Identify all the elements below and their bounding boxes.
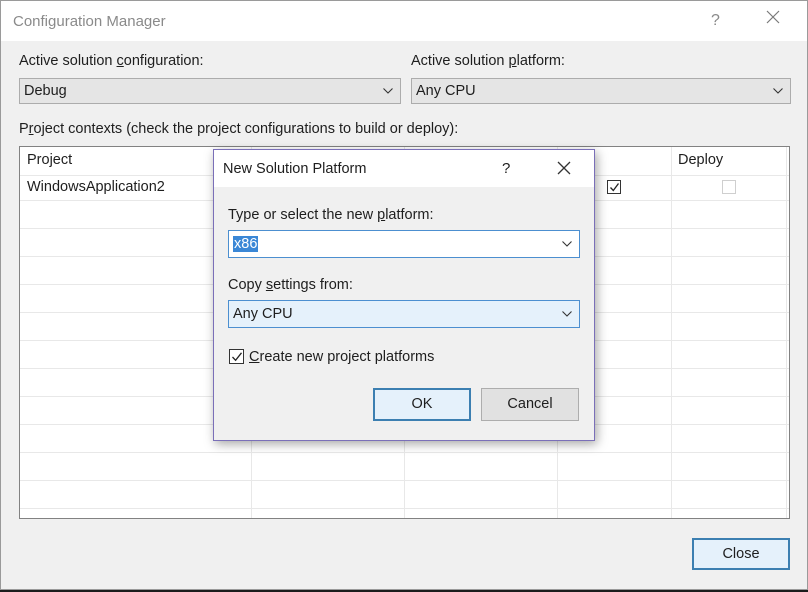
new-platform-combo[interactable]: x86: [228, 230, 580, 258]
copy-settings-combo[interactable]: Any CPU: [228, 300, 580, 328]
active-platform-combo[interactable]: Any CPU: [411, 78, 791, 104]
deploy-checkbox[interactable]: [722, 180, 736, 194]
dialog-title-bar: New Solution Platform ?: [214, 150, 594, 187]
new-platform-label: Type or select the new platform:: [228, 207, 434, 223]
active-configuration-value: Debug: [24, 83, 67, 99]
chevron-down-icon: [383, 88, 393, 94]
create-project-platforms-checkbox[interactable]: [229, 349, 244, 364]
checkmark-icon: [232, 352, 243, 362]
window-title: Configuration Manager: [13, 13, 166, 30]
checkmark-icon: [610, 183, 620, 192]
new-platform-input[interactable]: x86: [233, 236, 259, 252]
chevron-down-icon: [562, 241, 572, 247]
dialog-close-button[interactable]: [557, 161, 571, 179]
active-configuration-label: Active solution configuration:: [19, 53, 204, 69]
active-configuration-combo[interactable]: Debug: [19, 78, 401, 104]
copy-settings-label: Copy settings from:: [228, 277, 353, 293]
dialog-title: New Solution Platform: [223, 161, 367, 177]
close-window-button[interactable]: [766, 10, 780, 28]
build-checkbox[interactable]: [607, 180, 621, 194]
ok-button[interactable]: OK: [373, 388, 471, 421]
close-button[interactable]: Close: [692, 538, 790, 570]
project-name-cell[interactable]: WindowsApplication2: [27, 179, 165, 195]
copy-settings-value: Any CPU: [233, 306, 293, 322]
active-platform-label: Active solution platform:: [411, 53, 565, 69]
column-header-deploy: Deploy: [678, 152, 724, 168]
close-icon: [557, 161, 571, 175]
close-icon: [766, 10, 780, 24]
cancel-button[interactable]: Cancel: [481, 388, 579, 421]
help-button[interactable]: ?: [711, 12, 720, 30]
dialog-help-button[interactable]: ?: [502, 160, 510, 177]
active-platform-value: Any CPU: [416, 83, 476, 99]
chevron-down-icon: [773, 88, 783, 94]
title-bar: Configuration Manager ?: [1, 1, 807, 41]
create-project-platforms-label[interactable]: Create new project platforms: [249, 349, 434, 365]
chevron-down-icon: [562, 311, 572, 317]
column-header-project: Project: [27, 152, 73, 168]
new-solution-platform-dialog: New Solution Platform ? Type or select t…: [213, 149, 595, 441]
project-contexts-label: Project contexts (check the project conf…: [19, 121, 459, 137]
